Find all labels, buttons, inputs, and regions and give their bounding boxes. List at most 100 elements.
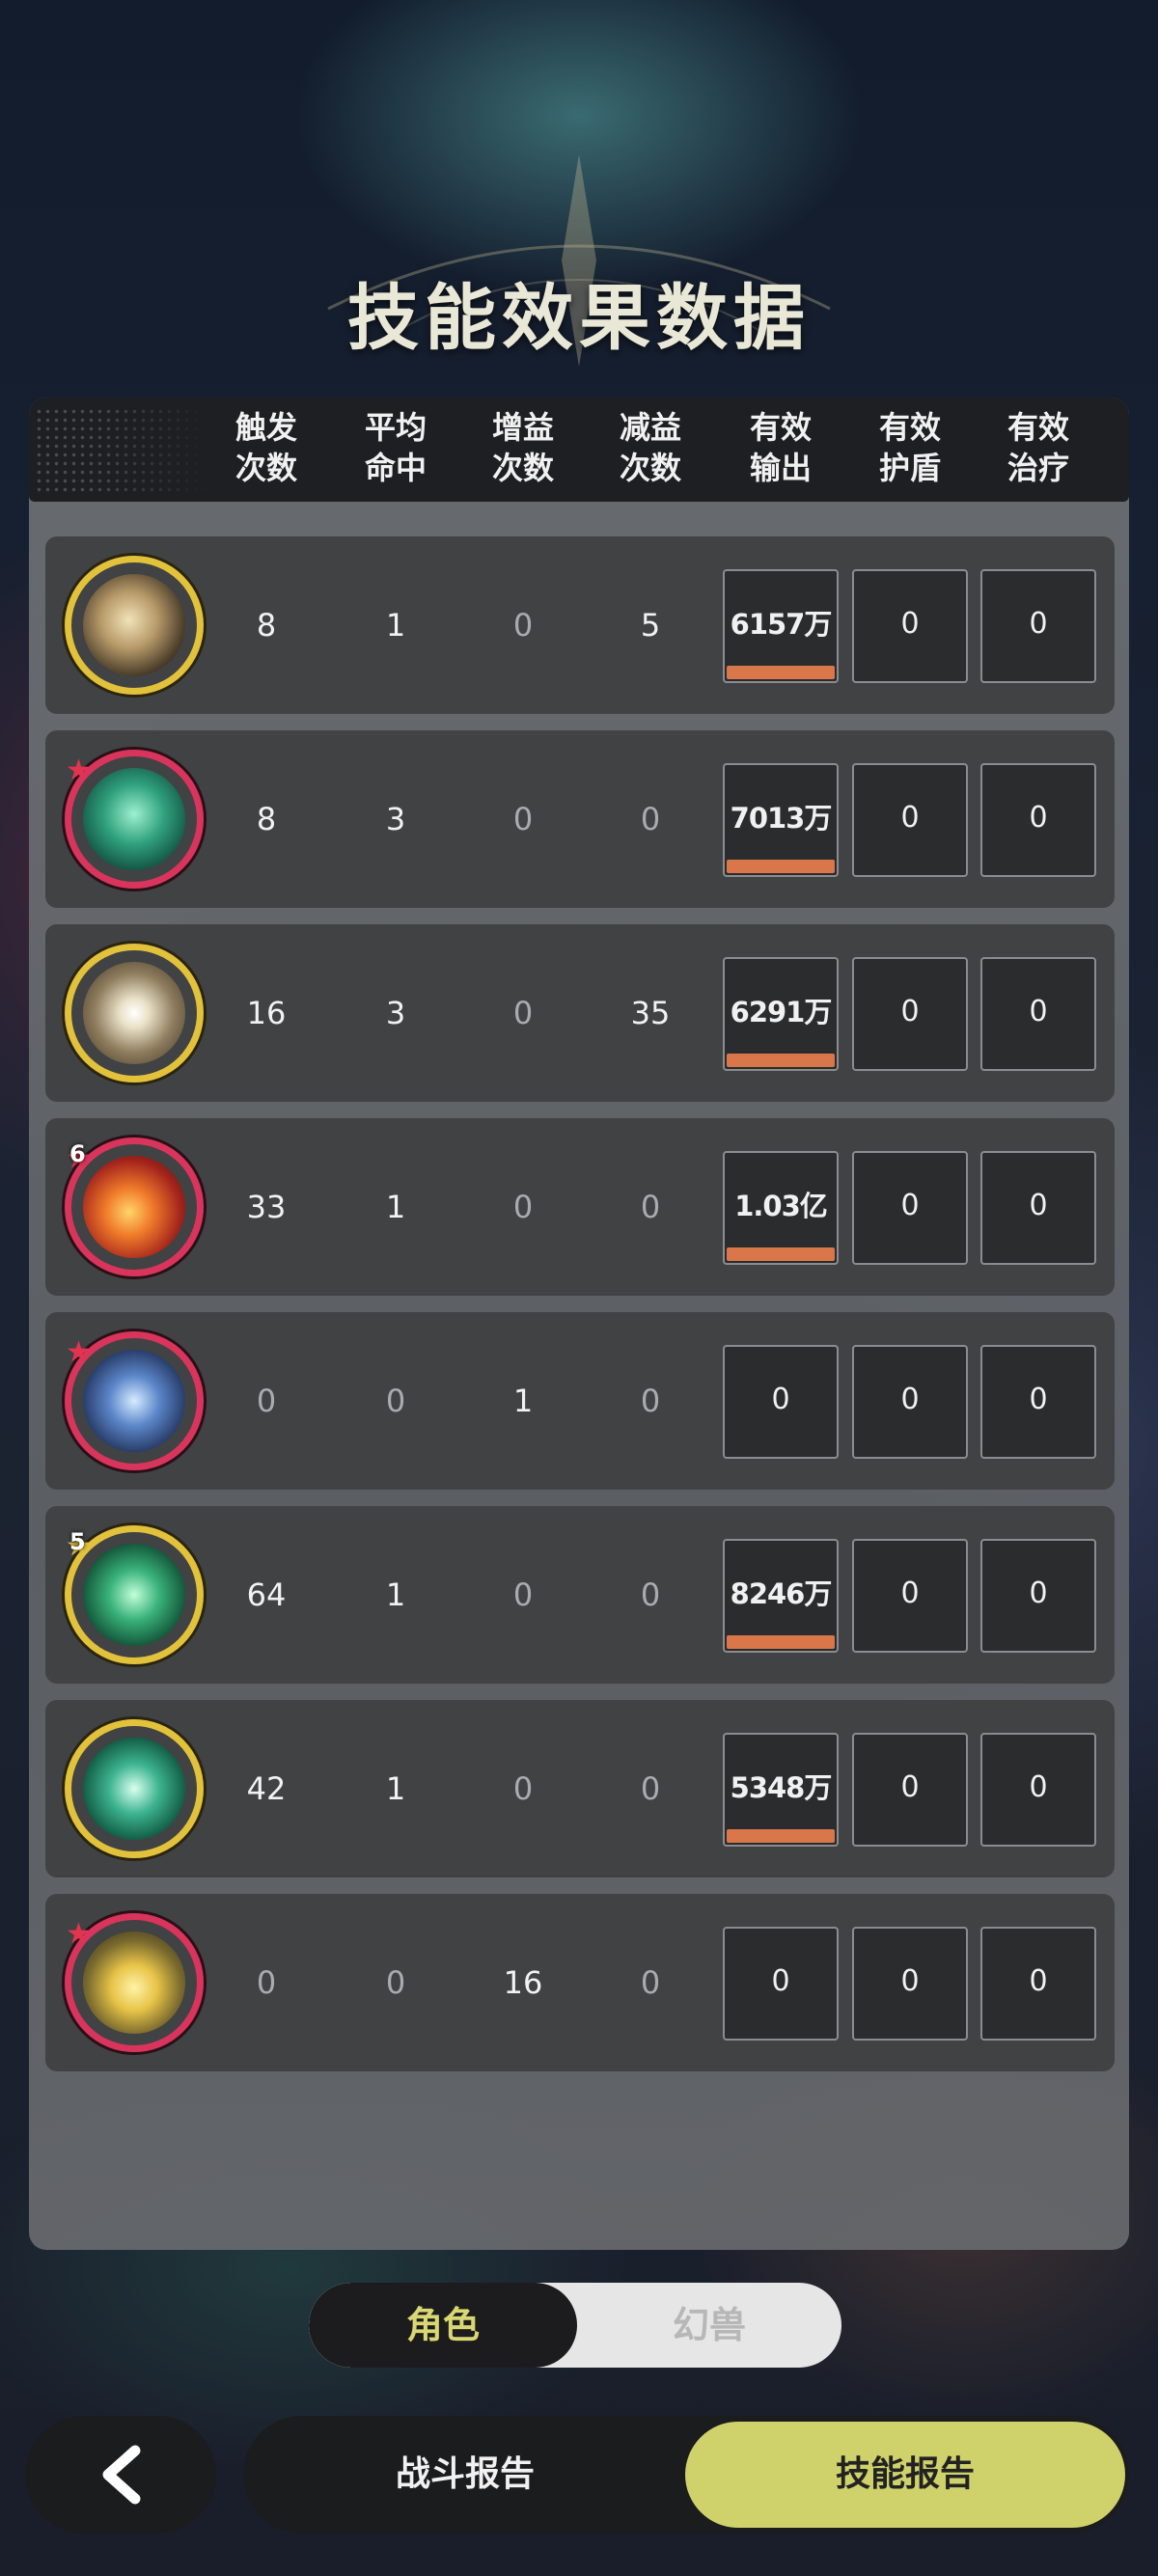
column-header-line1: 触发 (234, 409, 297, 446)
rank-star-icon: ★ (66, 1917, 92, 1951)
toggle-beast[interactable]: 幻兽 (577, 2283, 841, 2368)
column-header: 增益 次数 (465, 407, 581, 488)
effective-damage-value: 7013万 (730, 802, 833, 835)
buff-count: 16 (503, 1964, 543, 2001)
effective-damage-box: 6157万 (723, 569, 839, 683)
header-texture (35, 407, 208, 492)
golden-claw-skill-icon[interactable] (65, 556, 204, 695)
role-toggle: 角色 幻兽 (309, 2283, 841, 2368)
rank-star-icon: ★ (66, 1335, 92, 1369)
effective-heal-box: 0 (980, 1927, 1096, 2041)
skill-row[interactable]: ★ 8 3 0 0 7013万 0 0 (45, 730, 1115, 908)
column-header: 有效 输出 (723, 407, 839, 488)
effective-heal-box: 0 (980, 957, 1096, 1071)
skill-row[interactable]: ★ 5 64 1 0 0 8246万 0 0 (45, 1506, 1115, 1684)
blue-crystal-skill-icon[interactable]: ★ (65, 1331, 204, 1470)
debuff-count: 0 (640, 1576, 661, 1613)
column-header-line1: 平均 (364, 409, 427, 446)
effective-shield-box: 0 (852, 569, 968, 683)
hit-count: 1 (385, 1770, 406, 1807)
skill-art (83, 1350, 185, 1452)
effective-heal-box: 0 (980, 1151, 1096, 1265)
effective-shield-box: 0 (852, 1733, 968, 1847)
column-header: 有效 护盾 (852, 407, 968, 488)
effective-damage-box: 0 (723, 1927, 839, 2041)
skill-row[interactable]: ★ 0 0 16 0 0 0 0 (45, 1894, 1115, 2071)
hit-count: 3 (385, 801, 406, 837)
hit-count: 1 (385, 607, 406, 644)
trigger-count: 64 (246, 1576, 287, 1613)
effective-damage-box: 1.03亿 (723, 1151, 839, 1265)
column-header-line2: 次数 (619, 450, 681, 486)
hit-count: 1 (385, 1576, 406, 1613)
fire-swirl-skill-icon[interactable]: ★ 6 (65, 1137, 204, 1276)
buff-count: 0 (512, 607, 534, 644)
effective-damage-box: 5348万 (723, 1733, 839, 1847)
report-nav: 战斗报告 技能报告 (243, 2416, 1129, 2534)
column-header-line2: 输出 (749, 450, 812, 486)
effective-shield-box: 0 (852, 957, 968, 1071)
yellow-spirit-skill-icon[interactable]: ★ (65, 1913, 204, 2052)
rank-star-icon: ★ (66, 754, 92, 787)
buff-count: 0 (512, 1576, 534, 1613)
trigger-count: 16 (246, 995, 287, 1031)
skill-row[interactable]: ★ 6 33 1 0 0 1.03亿 0 0 (45, 1118, 1115, 1296)
column-header-line1: 减益 (619, 409, 681, 446)
effective-damage-box: 8246万 (723, 1539, 839, 1653)
effective-heal-value: 0 (1029, 995, 1048, 1028)
hit-count: 3 (385, 995, 406, 1031)
effective-heal-value: 0 (1029, 1964, 1048, 1998)
skill-row[interactable]: 8 1 0 5 6157万 0 0 (45, 536, 1115, 714)
column-header-line1: 有效 (1006, 409, 1069, 446)
effective-damage-value: 5348万 (730, 1771, 833, 1804)
skill-level-badge: 6 (69, 1140, 86, 1167)
effective-heal-value: 0 (1029, 1189, 1048, 1222)
hit-count: 0 (385, 1964, 406, 2001)
buff-count: 0 (512, 1770, 534, 1807)
lightning-star-skill-icon[interactable] (65, 944, 204, 1082)
back-arrow-icon (102, 2445, 141, 2505)
effective-damage-box: 0 (723, 1345, 839, 1459)
hit-count: 0 (385, 1383, 406, 1419)
green-leaf-skill-icon[interactable]: ★ 5 (65, 1525, 204, 1664)
damage-bar (727, 1054, 835, 1067)
damage-bar (727, 666, 835, 679)
effective-shield-value: 0 (900, 607, 920, 641)
back-button[interactable] (25, 2416, 216, 2534)
buff-count: 0 (512, 801, 534, 837)
skill-row[interactable]: 42 1 0 0 5348万 0 0 (45, 1700, 1115, 1877)
toggle-character[interactable]: 角色 (309, 2283, 577, 2368)
effective-heal-box: 0 (980, 569, 1096, 683)
buff-count: 0 (512, 1189, 534, 1225)
column-header: 有效 治疗 (980, 407, 1096, 488)
trigger-count: 0 (256, 1383, 277, 1419)
effective-damage-value: 0 (771, 1383, 790, 1416)
skill-art (83, 768, 185, 870)
column-header-line1: 有效 (878, 409, 941, 446)
effective-heal-box: 0 (980, 1345, 1096, 1459)
skill-level-badge: 5 (69, 1528, 86, 1555)
tab-skill-report[interactable]: 技能报告 (685, 2422, 1125, 2528)
green-vortex-skill-icon[interactable]: ★ (65, 750, 204, 889)
skill-row[interactable]: 16 3 0 35 6291万 0 0 (45, 924, 1115, 1102)
tab-battle-report[interactable]: 战斗报告 (243, 2416, 687, 2534)
skill-art (83, 1932, 185, 2034)
effective-damage-box: 7013万 (723, 763, 839, 877)
effective-shield-box: 0 (852, 1539, 968, 1653)
buff-count: 0 (512, 995, 534, 1031)
column-header-line2: 护盾 (878, 450, 941, 486)
effective-damage-value: 8246万 (730, 1577, 833, 1610)
green-arrows-skill-icon[interactable] (65, 1719, 204, 1858)
column-header: 减益 次数 (593, 407, 708, 488)
effective-damage-value: 6157万 (730, 608, 833, 641)
skill-row[interactable]: ★ 0 0 1 0 0 0 0 (45, 1312, 1115, 1490)
effective-shield-value: 0 (900, 1383, 920, 1416)
column-header-line2: 命中 (364, 450, 427, 486)
debuff-count: 5 (640, 607, 661, 644)
effective-shield-value: 0 (900, 801, 920, 835)
effective-shield-box: 0 (852, 763, 968, 877)
trigger-count: 33 (246, 1189, 287, 1225)
effective-damage-value: 6291万 (730, 996, 833, 1028)
effective-damage-value: 0 (771, 1964, 790, 1998)
column-header-line1: 增益 (491, 409, 554, 446)
